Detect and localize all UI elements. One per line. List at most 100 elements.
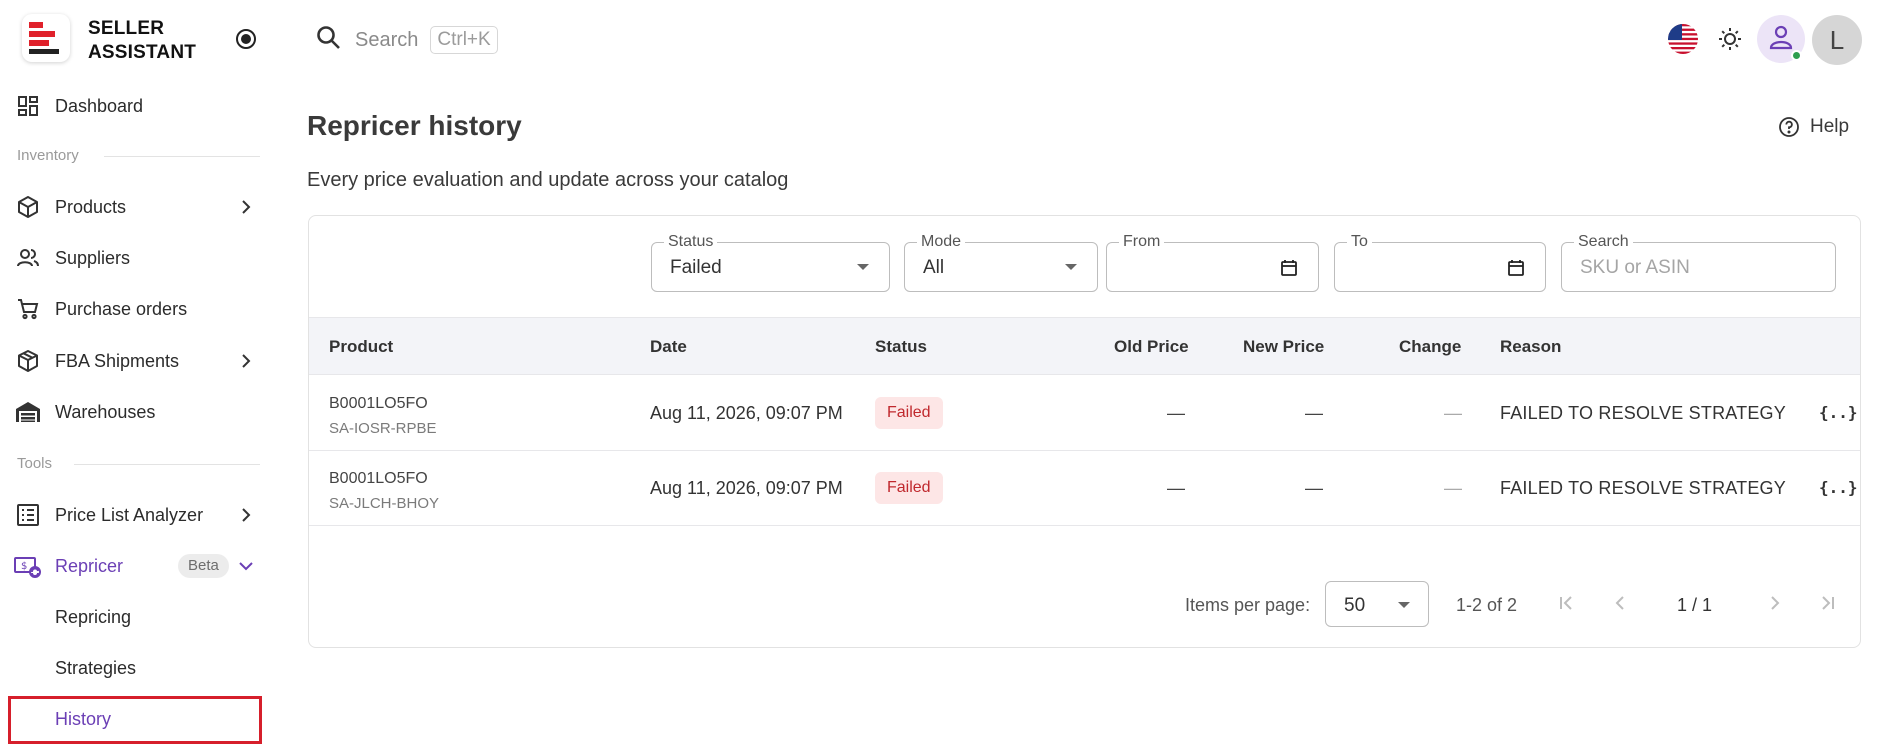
status-filter-value: Failed [670,257,722,278]
sidebar-item-label: Warehouses [55,401,156,422]
cart-icon [14,295,42,323]
column-change[interactable]: Change [1399,337,1461,357]
us-flag-icon[interactable] [1668,24,1698,54]
row-date: Aug 11, 2026, 09:07 PM [650,403,843,423]
next-page-icon[interactable] [1762,590,1788,616]
sidebar-pin-icon[interactable] [234,27,258,51]
person-icon [1768,24,1794,55]
row-reason: FAILED TO RESOLVE STRATEGY [1500,478,1786,498]
last-page-icon[interactable] [1814,590,1840,616]
column-status[interactable]: Status [875,337,927,357]
sidebar-item-repricer[interactable]: $ Repricer Beta [14,546,262,586]
sidebar-item-price-list-analyzer[interactable]: Price List Analyzer [14,495,262,535]
chevron-right-icon [236,505,256,525]
json-details-icon[interactable]: {..} [1819,403,1858,422]
section-tools: Tools [17,455,53,472]
sidebar-item-fba-shipments[interactable]: FBA Shipments [14,341,262,381]
search-shortcut: Ctrl+K [430,26,498,54]
column-old-price[interactable]: Old Price [1114,337,1189,357]
dropdown-caret-icon [857,264,869,270]
mode-filter-value: All [923,257,945,278]
repricer-icon: $ [14,552,42,580]
sidebar-item-purchase-orders[interactable]: Purchase orders [14,289,262,329]
calendar-icon[interactable] [1280,259,1298,277]
section-divider [104,156,260,157]
warehouse-icon [14,398,42,426]
sidebar-item-dashboard[interactable]: Dashboard [14,86,262,126]
list-icon [14,501,42,529]
chevron-right-icon [236,351,256,371]
help-icon [1778,116,1800,138]
from-date-field[interactable]: From [1106,233,1319,292]
status-filter-label: Status [664,233,718,251]
table-row[interactable]: B0001LO5FO SA-IOSR-RPBE Aug 11, 2026, 09… [309,376,1860,451]
sku-search-label: Search [1574,233,1633,251]
people-icon [14,244,42,272]
sidebar-item-label: Dashboard [55,95,144,116]
json-details-icon[interactable]: {..} [1819,478,1858,497]
help-label: Help [1810,116,1850,137]
search-placeholder: Search [355,28,419,51]
search-icon [315,24,343,57]
row-sku: SA-JLCH-BHOY [329,495,440,512]
status-badge: Failed [875,397,943,429]
row-reason: FAILED TO RESOLVE STRATEGY [1500,403,1786,423]
row-date: Aug 11, 2026, 09:07 PM [650,478,843,498]
package-icon [14,347,42,375]
history-card: Status Failed Mode All From To Search SK… [308,215,1861,648]
mode-filter-label: Mode [917,233,966,251]
page-title: Repricer history [307,110,522,141]
page-indicator: 1 / 1 [1677,595,1713,615]
beta-badge: Beta [178,554,229,578]
to-date-field[interactable]: To [1334,233,1546,292]
sidebar-item-warehouses[interactable]: Warehouses [14,392,262,432]
calendar-icon[interactable] [1507,259,1525,277]
sidebar-item-label: Suppliers [55,247,131,268]
sidebar-item-strategies[interactable]: Strategies [55,658,136,679]
row-asin[interactable]: B0001LO5FO [329,395,428,413]
brand-name: SELLER ASSISTANT [88,17,196,65]
page-subtitle: Every price evaluation and update across… [307,169,789,191]
to-date-label: To [1347,233,1372,251]
table-row[interactable]: B0001LO5FO SA-JLCH-BHOY Aug 11, 2026, 09… [309,451,1860,526]
brightness-icon[interactable] [1716,25,1744,53]
row-asin[interactable]: B0001LO5FO [329,470,428,488]
column-new-price[interactable]: New Price [1243,337,1324,357]
sidebar-item-repricing[interactable]: Repricing [55,607,131,628]
sidebar-item-label: Price List Analyzer [55,504,204,525]
row-sku: SA-IOSR-RPBE [329,420,437,437]
help-button[interactable]: Help [1778,116,1849,138]
column-date[interactable]: Date [650,337,687,357]
dropdown-caret-icon [1398,602,1410,608]
items-per-page-value: 50 [1344,595,1366,616]
first-page-icon[interactable] [1554,590,1580,616]
brand-line-2: ASSISTANT [88,42,197,63]
global-search[interactable]: Search Ctrl+K [315,22,498,58]
selection-highlight [8,696,262,744]
previous-page-icon[interactable] [1607,590,1633,616]
brand[interactable]: SELLER ASSISTANT [22,14,270,64]
items-per-page-select[interactable]: 50 [1325,581,1429,627]
sidebar-item-products[interactable]: Products [14,187,262,227]
chevron-down-icon [236,556,256,576]
row-new-price: — [1305,403,1323,423]
sku-search-field[interactable]: Search SKU or ASIN [1561,233,1836,292]
status-filter[interactable]: Status Failed [651,233,890,292]
items-per-page-label: Items per page: [1185,595,1311,615]
svg-text:$: $ [21,561,27,572]
from-date-label: From [1119,233,1165,251]
cube-icon [14,193,42,221]
section-divider [74,464,260,465]
column-product[interactable]: Product [329,337,393,357]
row-new-price: — [1305,478,1323,498]
sku-search-placeholder: SKU or ASIN [1580,257,1690,278]
mode-filter[interactable]: Mode All [904,233,1098,292]
avatar[interactable]: L [1812,15,1862,65]
status-badge: Failed [875,472,943,504]
sidebar-item-suppliers[interactable]: Suppliers [14,238,262,278]
online-status-dot [1791,50,1802,61]
column-reason[interactable]: Reason [1500,337,1561,357]
sidebar-item-label: Repricer [55,555,124,576]
brand-logo-icon [22,14,70,62]
sidebar-item-label: Purchase orders [55,298,188,319]
